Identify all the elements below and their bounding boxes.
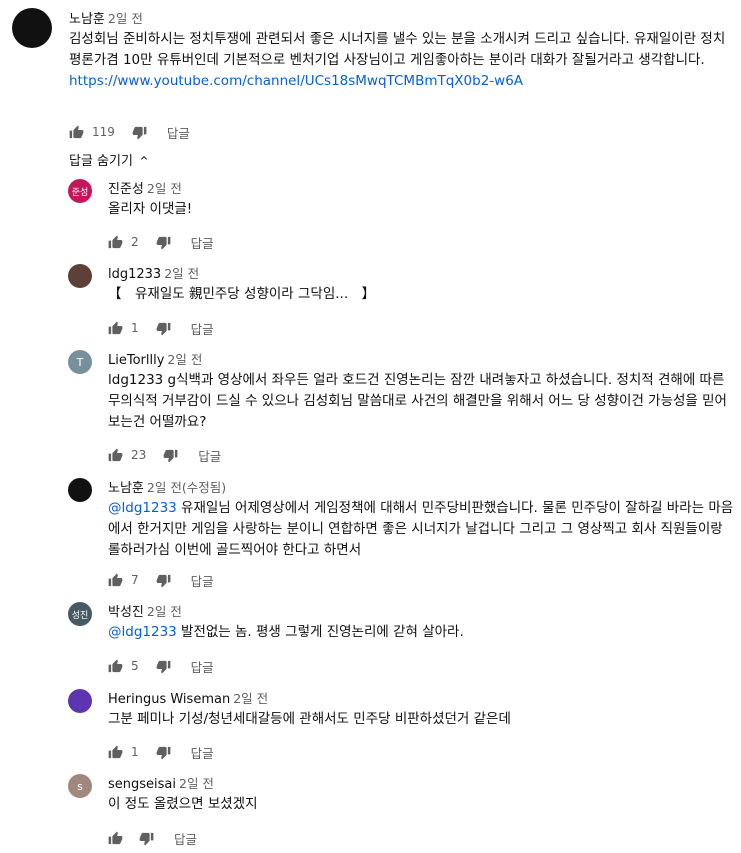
reply-button[interactable]: 답글 <box>191 319 214 338</box>
author-name[interactable]: 박성진 <box>108 605 144 620</box>
reply-button[interactable]: 답글 <box>174 829 197 848</box>
reply-actions: 1 답글 <box>108 743 214 761</box>
mention-link[interactable]: @ldg1233 <box>108 500 177 516</box>
reply-author[interactable]: 박성진 2일 전 <box>108 601 182 620</box>
reply-body: 이 정도 올렸으면 보셨겠지 <box>108 796 258 812</box>
thumbs-down-icon[interactable] <box>132 125 147 140</box>
reply-time[interactable]: 2일 전 <box>179 776 214 791</box>
reply-button[interactable]: 답글 <box>191 743 214 762</box>
reply-text: ldg1233 g식백과 영상에서 좌우든 얼라 호드건 진영논리는 잠깐 내려… <box>108 370 736 433</box>
thumbs-up-icon[interactable] <box>108 321 123 336</box>
reply-author[interactable]: ldg1233 2일 전 <box>108 263 199 282</box>
thumbs-down-icon[interactable] <box>156 573 171 588</box>
reply-body: 그분 페미나 기성/청년세대갈등에 관해서도 민주당 비판하셨던거 같은데 <box>108 711 511 727</box>
channel-link[interactable]: https://www.youtube.com/channel/UCs18sMw… <box>69 71 733 92</box>
reply-time[interactable]: 2일 전 <box>233 691 268 706</box>
reply-body: 유재일님 어제영상에서 게임정책에 대해서 민주당비판했습니다. 물론 민주당이… <box>108 500 734 558</box>
author-name[interactable]: sengseisai <box>108 777 176 792</box>
thumbs-down-icon[interactable] <box>163 448 178 463</box>
thumbs-up-icon[interactable] <box>108 448 123 463</box>
thumbs-up-icon[interactable] <box>69 125 84 140</box>
reply-time[interactable]: 2일 전 <box>147 181 182 196</box>
reply-button[interactable]: 답글 <box>198 446 221 465</box>
reply-body: ldg1233 g식백과 영상에서 좌우든 얼라 호드건 진영논리는 잠깐 내려… <box>108 372 727 430</box>
reply-time[interactable]: 2일 전 <box>147 604 182 619</box>
reply-author[interactable]: LieTorllly 2일 전 <box>108 349 202 368</box>
reply-text: 이 정도 올렸으면 보셨겠지 <box>108 794 736 815</box>
reply-text: 그분 페미나 기성/청년세대갈등에 관해서도 민주당 비판하셨던거 같은데 <box>108 709 736 730</box>
thumbs-up-icon[interactable] <box>108 235 123 250</box>
author-name[interactable]: 노남훈 <box>108 481 144 496</box>
comment-actions: 119 답글 <box>69 123 190 141</box>
reply-button[interactable]: 답글 <box>191 233 214 252</box>
comment-time[interactable]: 2일 전 <box>108 11 143 26</box>
thumbs-down-icon[interactable] <box>156 745 171 760</box>
author-name[interactable]: 진준성 <box>108 182 144 197</box>
avatar[interactable]: s <box>68 774 92 798</box>
avatar-initials: 성진 <box>71 610 89 621</box>
like-count: 2 <box>131 235 139 249</box>
hide-replies-label: 답글 숨기기 <box>69 154 133 169</box>
comment-text: 김성회님 준비하시는 정치투쟁에 관련되서 좋은 시너지를 낼수 있는 분을 소… <box>69 29 733 92</box>
author-name[interactable]: Heringus Wiseman <box>108 692 230 707</box>
reply-button[interactable]: 답글 <box>167 123 190 142</box>
reply-actions: 7 답글 <box>108 571 214 589</box>
reply-text: 【 유재일도 親민주당 성향이라 그닥임... 】 <box>108 284 736 305</box>
thumbs-up-icon[interactable] <box>108 659 123 674</box>
comment-author[interactable]: 노남훈 2일 전 <box>69 8 143 27</box>
thumbs-up-icon[interactable] <box>108 831 123 846</box>
avatar-initials: s <box>77 779 83 793</box>
reply-text: 올리자 이댓글! <box>108 199 736 220</box>
reply-time[interactable]: 2일 전 <box>167 352 202 367</box>
thumbs-up-icon[interactable] <box>108 745 123 760</box>
author-name[interactable]: LieTorllly <box>108 353 164 368</box>
reply-actions: 5 답글 <box>108 657 214 675</box>
reply-author[interactable]: 진준성 2일 전 <box>108 178 182 197</box>
avatar[interactable] <box>68 689 92 713</box>
chevron-up-icon <box>138 152 150 168</box>
avatar-initials: T <box>76 355 84 369</box>
like-count: 7 <box>131 573 139 587</box>
mention-link[interactable]: @ldg1233 <box>108 624 177 640</box>
avatar[interactable]: T <box>68 350 92 374</box>
author-name[interactable]: ldg1233 <box>108 267 161 282</box>
reply-button[interactable]: 답글 <box>191 571 214 590</box>
reply-author[interactable]: Heringus Wiseman 2일 전 <box>108 688 268 707</box>
reply-body: 올리자 이댓글! <box>108 201 193 217</box>
reply-time[interactable]: 2일 전 <box>164 266 199 281</box>
like-count: 1 <box>131 745 139 759</box>
reply-actions: 1 답글 <box>108 319 214 337</box>
reply-text: @ldg1233 유재일님 어제영상에서 게임정책에 대해서 민주당비판했습니다… <box>108 498 736 561</box>
thumbs-up-icon[interactable] <box>108 573 123 588</box>
thumbs-down-icon[interactable] <box>156 659 171 674</box>
thumbs-down-icon[interactable] <box>139 831 154 846</box>
avatar[interactable] <box>68 478 92 502</box>
reply-actions: 2 답글 <box>108 233 214 251</box>
thumbs-down-icon[interactable] <box>156 321 171 336</box>
avatar[interactable]: 성진 <box>68 602 92 626</box>
avatar[interactable] <box>12 8 52 48</box>
reply-actions: 23 답글 <box>108 446 221 464</box>
thumbs-down-icon[interactable] <box>156 235 171 250</box>
reply-actions: 답글 <box>108 829 197 847</box>
like-count: 23 <box>131 448 147 462</box>
hide-replies-button[interactable]: 답글 숨기기 <box>69 150 150 169</box>
reply-body: 【 유재일도 親민주당 성향이라 그닥임... 】 <box>108 286 376 302</box>
avatar[interactable] <box>68 264 92 288</box>
reply-body: 발전없는 놈. 평생 그렇게 진영논리에 갇혀 살아라. <box>176 624 464 640</box>
like-count: 1 <box>131 321 139 335</box>
comment-body: 김성회님 준비하시는 정치투쟁에 관련되서 좋은 시너지를 낼수 있는 분을 소… <box>69 31 726 68</box>
author-name[interactable]: 노남훈 <box>69 12 105 27</box>
reply-author[interactable]: 노남훈 2일 전(수정됨) <box>108 477 226 496</box>
reply-author[interactable]: sengseisai 2일 전 <box>108 773 214 792</box>
reply-time[interactable]: 2일 전(수정됨) <box>147 480 226 495</box>
avatar[interactable]: 준성 <box>68 179 92 203</box>
reply-button[interactable]: 답글 <box>191 657 214 676</box>
avatar-initials: 준성 <box>71 187 89 198</box>
like-count: 5 <box>131 659 139 673</box>
like-count: 119 <box>92 125 115 139</box>
reply-text: @ldg1233 발전없는 놈. 평생 그렇게 진영논리에 갇혀 살아라. <box>108 622 736 643</box>
